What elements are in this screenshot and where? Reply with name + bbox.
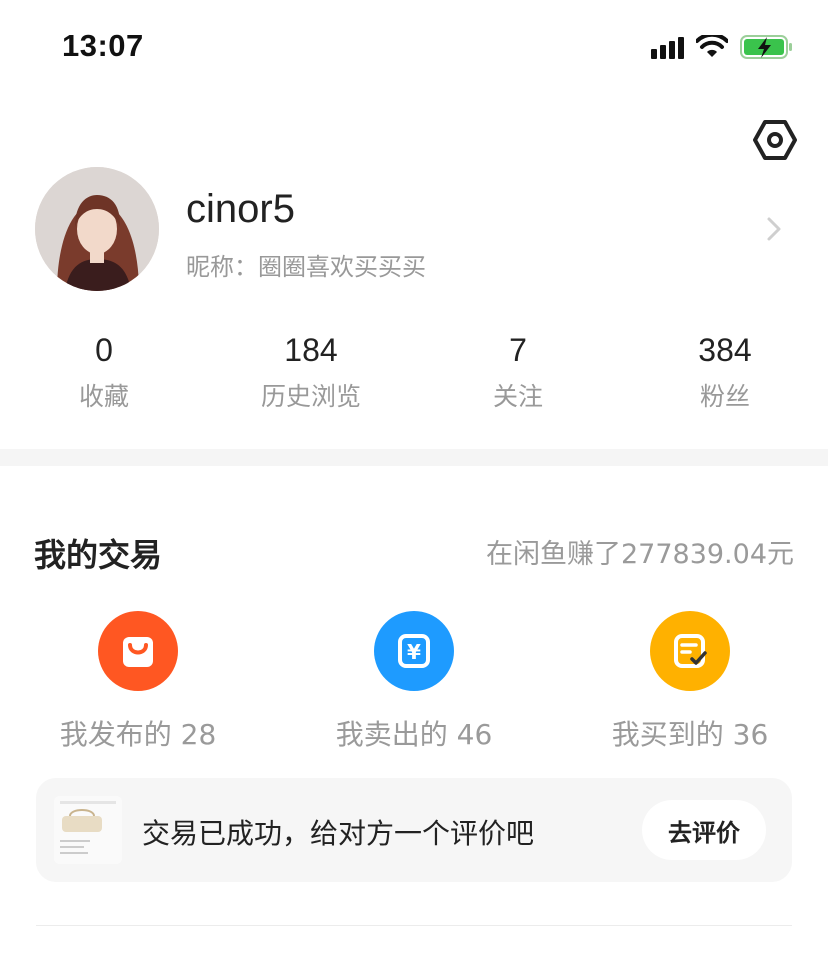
trade-shortcuts: 我发布的 28 ¥ 我卖出的 46 我买到的 36 bbox=[0, 611, 828, 751]
stat-favorites[interactable]: 0 收藏 bbox=[24, 332, 184, 413]
username: cinor5 bbox=[186, 187, 295, 231]
status-bar: 13:07 bbox=[0, 0, 828, 96]
stat-value: 7 bbox=[509, 332, 527, 368]
review-button[interactable]: 去评价 bbox=[642, 800, 766, 860]
status-icons bbox=[651, 34, 794, 60]
stat-value: 384 bbox=[698, 332, 752, 368]
nickname: 昵称：圈圈喜欢买买买 bbox=[186, 253, 426, 281]
cellular-signal-icon bbox=[651, 35, 684, 59]
stat-following[interactable]: 7 关注 bbox=[438, 332, 598, 413]
settings-hexagon-icon bbox=[753, 120, 797, 160]
status-time: 13:07 bbox=[62, 28, 144, 63]
trade-earned-total: 在闲鱼赚了277839.04元 bbox=[485, 539, 794, 570]
product-thumbnail bbox=[54, 796, 122, 864]
bottom-divider bbox=[36, 925, 792, 926]
profile-header[interactable]: cinor5 昵称：圈圈喜欢买买买 bbox=[35, 167, 795, 291]
stat-value: 0 bbox=[95, 332, 113, 368]
stat-label: 关注 bbox=[492, 382, 543, 411]
settings-button[interactable] bbox=[753, 118, 797, 162]
stat-value: 184 bbox=[284, 332, 338, 368]
trade-label: 我买到的 36 bbox=[611, 718, 769, 751]
battery-charging-icon bbox=[740, 35, 792, 59]
trade-sold[interactable]: ¥ 我卖出的 46 bbox=[289, 611, 539, 753]
svg-text:¥: ¥ bbox=[407, 640, 421, 664]
avatar[interactable] bbox=[35, 167, 159, 291]
trade-label: 我卖出的 46 bbox=[335, 718, 493, 751]
shopping-bag-icon bbox=[98, 611, 178, 691]
section-divider bbox=[0, 449, 828, 466]
review-reminder-text: 交易已成功，给对方一个评价吧 bbox=[142, 817, 535, 850]
stat-followers[interactable]: 384 粉丝 bbox=[645, 332, 805, 413]
avatar-image bbox=[35, 167, 159, 291]
profile-stats: 0 收藏 184 历史浏览 7 关注 384 粉丝 bbox=[0, 332, 828, 412]
order-check-icon bbox=[650, 611, 730, 691]
trade-published[interactable]: 我发布的 28 bbox=[13, 611, 263, 753]
stat-history[interactable]: 184 历史浏览 bbox=[231, 332, 391, 413]
chevron-right-icon bbox=[767, 217, 781, 241]
wifi-icon bbox=[696, 35, 728, 57]
stat-label: 历史浏览 bbox=[260, 382, 361, 411]
stat-label: 粉丝 bbox=[699, 382, 750, 411]
trade-section-title: 我的交易 bbox=[34, 536, 163, 574]
yen-icon: ¥ bbox=[374, 611, 454, 691]
stat-label: 收藏 bbox=[78, 382, 129, 411]
review-reminder-card[interactable]: 交易已成功，给对方一个评价吧 去评价 bbox=[36, 778, 792, 882]
trade-bought[interactable]: 我买到的 36 bbox=[565, 611, 815, 753]
trade-label: 我发布的 28 bbox=[59, 718, 217, 751]
